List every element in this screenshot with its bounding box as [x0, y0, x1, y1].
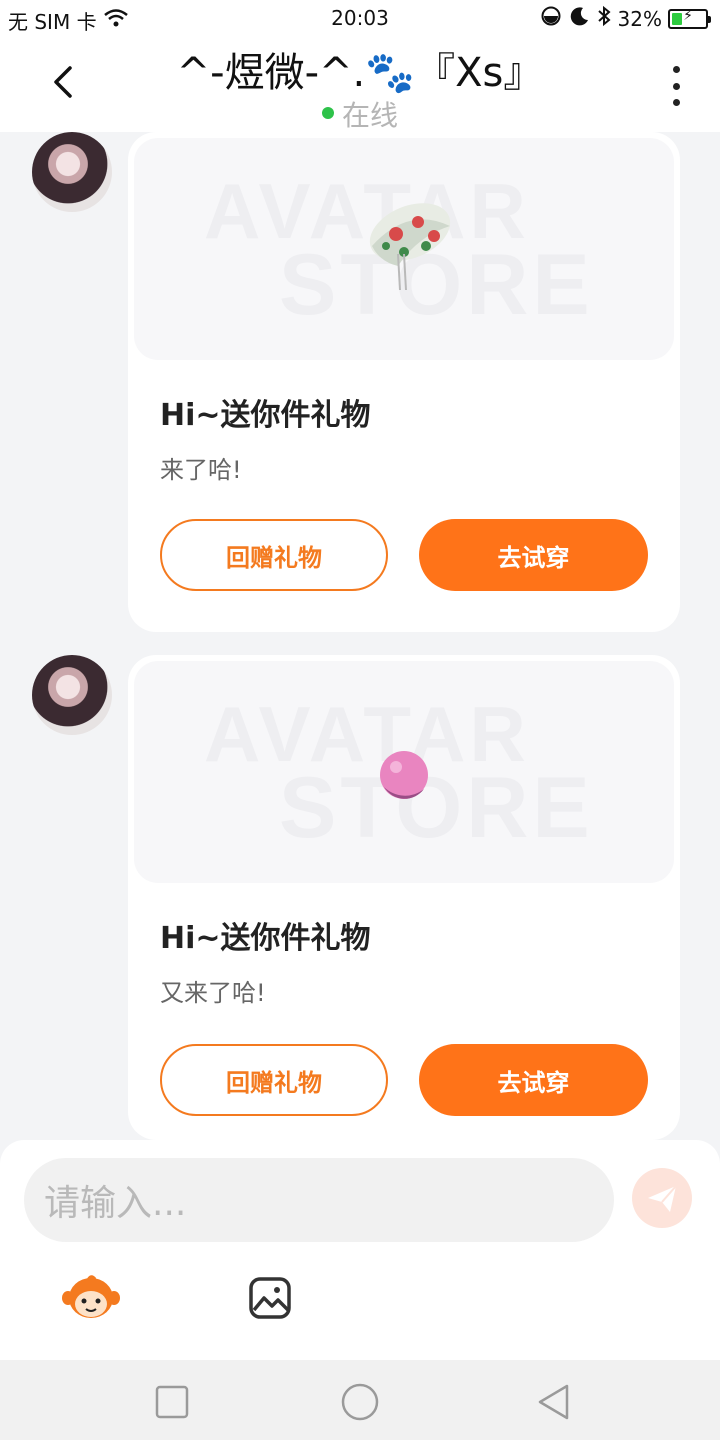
- message-input[interactable]: 请输入...: [24, 1158, 614, 1242]
- gift-message: 来了哈!: [160, 456, 242, 484]
- more-dot-icon: [672, 99, 680, 106]
- recent-apps-button[interactable]: [152, 1382, 192, 1422]
- try-on-button[interactable]: 去试穿: [419, 1044, 648, 1116]
- gift-title: Hi~送你件礼物: [160, 921, 371, 956]
- image-icon: [249, 1277, 291, 1319]
- send-button[interactable]: [632, 1168, 692, 1228]
- status-bar: 无 SIM 卡 20:03 32% ⚡: [0, 0, 720, 40]
- composer: 请输入...: [0, 1140, 720, 1360]
- gift-image: AVATAR STORE: [134, 661, 674, 883]
- circle-icon: [341, 1383, 379, 1421]
- moon-icon: [568, 5, 590, 32]
- online-status-text: 在线: [341, 99, 398, 132]
- more-dot-icon: [672, 66, 680, 73]
- battery-percent: 32%: [617, 6, 662, 31]
- sticker-button[interactable]: [62, 1274, 120, 1322]
- triangle-back-icon: [538, 1384, 569, 1420]
- chat-page: 无 SIM 卡 20:03 32% ⚡ ^-煜微-^.🐾『Xs』 在线 AVAT…: [0, 0, 720, 1440]
- bluetooth-icon: [596, 5, 612, 32]
- more-dot-icon: [672, 82, 680, 90]
- avatar[interactable]: [32, 132, 112, 212]
- system-nav-bar: [0, 1360, 720, 1440]
- alarm-icon: [540, 5, 562, 32]
- nav-back-button[interactable]: [534, 1382, 574, 1422]
- gift-title: Hi~送你件礼物: [160, 398, 371, 433]
- gift-card: AVATAR STORE Hi~送你件礼物 来了哈! 回赠礼物 去试穿: [128, 132, 680, 632]
- try-on-button[interactable]: 去试穿: [419, 519, 648, 591]
- image-button[interactable]: [248, 1276, 292, 1320]
- gift-message: 又来了哈!: [160, 979, 266, 1007]
- return-gift-button[interactable]: 回赠礼物: [160, 519, 388, 591]
- contact-name: ^-煜微-^.🐾『Xs』: [176, 50, 544, 96]
- return-gift-button[interactable]: 回赠礼物: [160, 1044, 388, 1116]
- home-button[interactable]: [340, 1382, 380, 1422]
- watermark-store: STORE: [279, 760, 594, 856]
- gift-hat-icon: [369, 203, 451, 291]
- chat-header: ^-煜微-^.🐾『Xs』 在线: [0, 40, 720, 132]
- battery-icon: ⚡: [668, 8, 711, 29]
- online-status: 在线: [0, 94, 720, 134]
- more-options-button[interactable]: [664, 66, 688, 106]
- online-dot-icon: [321, 107, 334, 119]
- monkey-sticker-icon: [62, 1275, 120, 1318]
- avatar[interactable]: [32, 655, 112, 735]
- gift-image: AVATAR STORE: [134, 138, 674, 360]
- square-icon: [155, 1385, 189, 1419]
- send-icon: [648, 1185, 677, 1212]
- gift-card: AVATAR STORE Hi~送你件礼物 又来了哈! 回赠礼物 去试穿: [128, 655, 680, 1140]
- status-right: 32% ⚡: [540, 5, 711, 32]
- gift-ball-icon: [380, 751, 428, 799]
